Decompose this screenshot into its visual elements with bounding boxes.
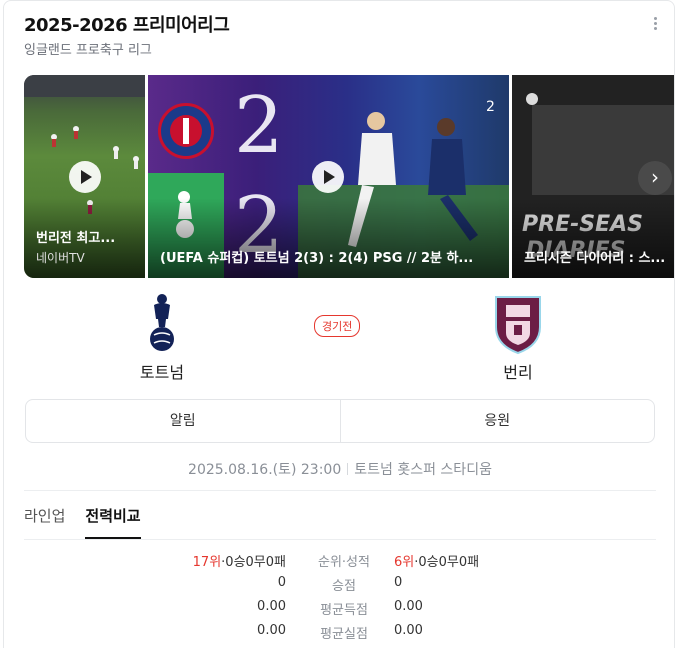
home-value: 0 (277, 575, 286, 590)
play-icon[interactable] (312, 161, 344, 193)
stats-row: 0.00 평균실점 0.00 (4, 623, 674, 647)
notify-button[interactable]: 알림 (26, 400, 340, 442)
stat-label: 평균득점 (320, 603, 368, 618)
away-rank: 6위 (394, 555, 415, 570)
match-card: 2025-2026 프리미어리그 잉글랜드 프로축구 리그 번리전 최고... … (3, 0, 675, 648)
video-title[interactable]: (UEFA 슈퍼컵) 토트넘 2(3) : 2(4) PSG // 2분 하..… (160, 247, 500, 266)
video-thumbnail[interactable]: 번리전 최고... 네이버TV (24, 75, 145, 278)
tab-comparison[interactable]: 전력비교 (85, 501, 141, 539)
stat-label: 승점 (332, 579, 356, 594)
match-venue[interactable]: 토트넘 홋스퍼 스타디움 (354, 462, 492, 478)
home-team[interactable]: 토트넘 (102, 283, 222, 383)
home-rank: 17위 (192, 555, 222, 570)
tab-bar: 라인업 전력비교 (24, 501, 161, 539)
stat-label: 순위·성적 (318, 555, 370, 570)
match-info: 2025.08.16.(토) 23:00 토트넘 홋스퍼 스타디움 (4, 459, 674, 479)
more-options-icon[interactable] (650, 15, 660, 35)
tab-lineup[interactable]: 라인업 (24, 501, 65, 539)
cheer-button[interactable]: 응원 (339, 400, 655, 442)
svg-text:2: 2 (486, 99, 495, 115)
spurs-crest-icon (132, 291, 192, 355)
video-carousel: 번리전 최고... 네이버TV 2 2 (UEFA 슈퍼컵) 토트넘 2(3) … (24, 75, 674, 278)
away-record: ·0승0무0패 (414, 555, 480, 570)
away-value: 0.00 (394, 623, 423, 638)
play-icon[interactable] (69, 161, 101, 193)
video-thumbnail[interactable]: 2 2 2 (UEFA 슈퍼컵) 토트넘 2(3) : 2(4) PSG // … (148, 75, 509, 278)
home-team-name[interactable]: 토트넘 (102, 359, 222, 383)
match-datetime: 2025.08.16.(토) 23:00 (188, 462, 342, 478)
stats-row: 0 승점 0 (4, 575, 674, 599)
away-value: 0.00 (394, 599, 423, 614)
match-teams: 토트넘 경기전 번리 (4, 283, 674, 383)
match-status-badge: 경기전 (314, 315, 361, 337)
match-actions: 알림 응원 (25, 399, 655, 443)
home-value: 0.00 (257, 599, 286, 614)
burnley-crest-icon (488, 291, 548, 355)
league-title[interactable]: 2025-2026 프리미어리그 (24, 11, 230, 37)
stat-label: 평균실점 (320, 627, 368, 642)
away-team-name[interactable]: 번리 (458, 359, 578, 383)
league-subtitle: 잉글랜드 프로축구 리그 (24, 43, 152, 58)
stats-table: 17위·0승0무0패 순위·성적 6위·0승0무0패 0 승점 0 0.00 평… (4, 551, 674, 647)
away-team[interactable]: 번리 (458, 283, 578, 383)
video-source: 네이버TV (36, 251, 85, 265)
video-title[interactable]: 프리시즌 다이어리 : 스... (524, 247, 674, 266)
stats-row: 17위·0승0무0패 순위·성적 6위·0승0무0패 (4, 551, 674, 575)
carousel-next-button[interactable]: › (638, 161, 672, 195)
stats-row: 0.00 평균득점 0.00 (4, 599, 674, 623)
home-record: ·0승0무0패 (221, 555, 286, 570)
away-value: 0 (394, 575, 403, 590)
home-value: 0.00 (257, 623, 286, 638)
video-title[interactable]: 번리전 최고... (36, 227, 136, 246)
